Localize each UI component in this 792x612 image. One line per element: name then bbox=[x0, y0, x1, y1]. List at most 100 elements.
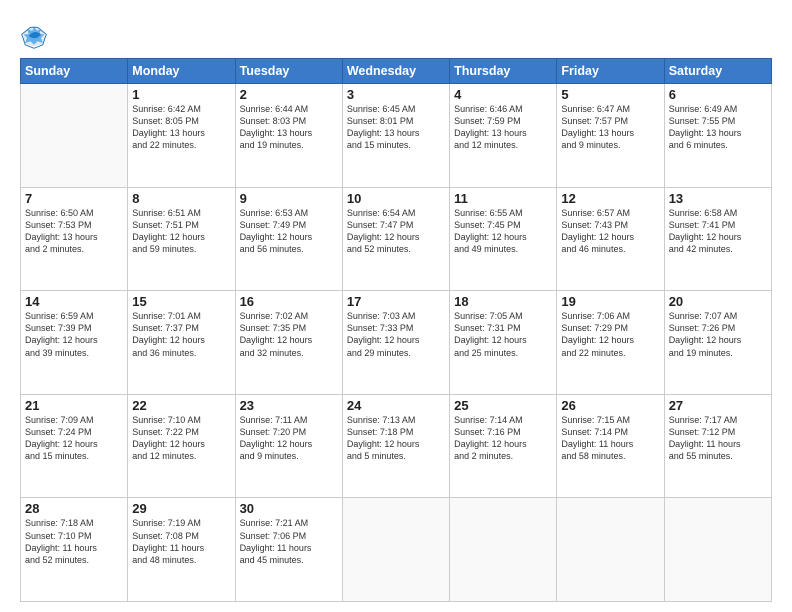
day-number: 11 bbox=[454, 191, 552, 206]
calendar: SundayMondayTuesdayWednesdayThursdayFrid… bbox=[20, 58, 772, 602]
day-info: Sunrise: 6:49 AMSunset: 7:55 PMDaylight:… bbox=[669, 103, 767, 152]
day-info: Sunrise: 7:13 AMSunset: 7:18 PMDaylight:… bbox=[347, 414, 445, 463]
day-number: 9 bbox=[240, 191, 338, 206]
day-number: 4 bbox=[454, 87, 552, 102]
day-number: 15 bbox=[132, 294, 230, 309]
calendar-cell: 4Sunrise: 6:46 AMSunset: 7:59 PMDaylight… bbox=[450, 84, 557, 188]
day-info: Sunrise: 6:44 AMSunset: 8:03 PMDaylight:… bbox=[240, 103, 338, 152]
weekday-header-thursday: Thursday bbox=[450, 59, 557, 84]
day-number: 14 bbox=[25, 294, 123, 309]
day-number: 3 bbox=[347, 87, 445, 102]
calendar-cell: 17Sunrise: 7:03 AMSunset: 7:33 PMDayligh… bbox=[342, 291, 449, 395]
day-info: Sunrise: 7:21 AMSunset: 7:06 PMDaylight:… bbox=[240, 517, 338, 566]
calendar-cell: 6Sunrise: 6:49 AMSunset: 7:55 PMDaylight… bbox=[664, 84, 771, 188]
calendar-cell bbox=[342, 498, 449, 602]
weekday-header-sunday: Sunday bbox=[21, 59, 128, 84]
day-info: Sunrise: 7:19 AMSunset: 7:08 PMDaylight:… bbox=[132, 517, 230, 566]
day-info: Sunrise: 6:53 AMSunset: 7:49 PMDaylight:… bbox=[240, 207, 338, 256]
calendar-cell: 26Sunrise: 7:15 AMSunset: 7:14 PMDayligh… bbox=[557, 394, 664, 498]
weekday-header-monday: Monday bbox=[128, 59, 235, 84]
calendar-cell: 11Sunrise: 6:55 AMSunset: 7:45 PMDayligh… bbox=[450, 187, 557, 291]
day-info: Sunrise: 7:01 AMSunset: 7:37 PMDaylight:… bbox=[132, 310, 230, 359]
calendar-cell bbox=[557, 498, 664, 602]
calendar-cell: 21Sunrise: 7:09 AMSunset: 7:24 PMDayligh… bbox=[21, 394, 128, 498]
day-info: Sunrise: 7:02 AMSunset: 7:35 PMDaylight:… bbox=[240, 310, 338, 359]
day-number: 8 bbox=[132, 191, 230, 206]
day-info: Sunrise: 6:55 AMSunset: 7:45 PMDaylight:… bbox=[454, 207, 552, 256]
calendar-cell: 25Sunrise: 7:14 AMSunset: 7:16 PMDayligh… bbox=[450, 394, 557, 498]
day-number: 6 bbox=[669, 87, 767, 102]
day-info: Sunrise: 6:46 AMSunset: 7:59 PMDaylight:… bbox=[454, 103, 552, 152]
calendar-cell: 15Sunrise: 7:01 AMSunset: 7:37 PMDayligh… bbox=[128, 291, 235, 395]
week-row-5: 28Sunrise: 7:18 AMSunset: 7:10 PMDayligh… bbox=[21, 498, 772, 602]
calendar-cell bbox=[450, 498, 557, 602]
day-number: 25 bbox=[454, 398, 552, 413]
logo bbox=[20, 22, 52, 50]
header bbox=[20, 18, 772, 50]
day-number: 22 bbox=[132, 398, 230, 413]
day-number: 30 bbox=[240, 501, 338, 516]
calendar-cell: 5Sunrise: 6:47 AMSunset: 7:57 PMDaylight… bbox=[557, 84, 664, 188]
day-number: 23 bbox=[240, 398, 338, 413]
day-info: Sunrise: 6:47 AMSunset: 7:57 PMDaylight:… bbox=[561, 103, 659, 152]
day-number: 29 bbox=[132, 501, 230, 516]
day-number: 1 bbox=[132, 87, 230, 102]
day-number: 21 bbox=[25, 398, 123, 413]
day-info: Sunrise: 7:03 AMSunset: 7:33 PMDaylight:… bbox=[347, 310, 445, 359]
day-info: Sunrise: 6:59 AMSunset: 7:39 PMDaylight:… bbox=[25, 310, 123, 359]
page: SundayMondayTuesdayWednesdayThursdayFrid… bbox=[0, 0, 792, 612]
calendar-cell: 9Sunrise: 6:53 AMSunset: 7:49 PMDaylight… bbox=[235, 187, 342, 291]
day-number: 17 bbox=[347, 294, 445, 309]
day-number: 26 bbox=[561, 398, 659, 413]
calendar-cell: 8Sunrise: 6:51 AMSunset: 7:51 PMDaylight… bbox=[128, 187, 235, 291]
weekday-header-friday: Friday bbox=[557, 59, 664, 84]
day-number: 12 bbox=[561, 191, 659, 206]
calendar-cell: 24Sunrise: 7:13 AMSunset: 7:18 PMDayligh… bbox=[342, 394, 449, 498]
calendar-cell: 19Sunrise: 7:06 AMSunset: 7:29 PMDayligh… bbox=[557, 291, 664, 395]
calendar-cell: 22Sunrise: 7:10 AMSunset: 7:22 PMDayligh… bbox=[128, 394, 235, 498]
day-number: 18 bbox=[454, 294, 552, 309]
calendar-cell: 27Sunrise: 7:17 AMSunset: 7:12 PMDayligh… bbox=[664, 394, 771, 498]
day-number: 28 bbox=[25, 501, 123, 516]
day-number: 24 bbox=[347, 398, 445, 413]
day-number: 19 bbox=[561, 294, 659, 309]
day-info: Sunrise: 6:58 AMSunset: 7:41 PMDaylight:… bbox=[669, 207, 767, 256]
day-info: Sunrise: 7:05 AMSunset: 7:31 PMDaylight:… bbox=[454, 310, 552, 359]
calendar-cell: 18Sunrise: 7:05 AMSunset: 7:31 PMDayligh… bbox=[450, 291, 557, 395]
day-number: 2 bbox=[240, 87, 338, 102]
calendar-cell: 1Sunrise: 6:42 AMSunset: 8:05 PMDaylight… bbox=[128, 84, 235, 188]
day-info: Sunrise: 6:51 AMSunset: 7:51 PMDaylight:… bbox=[132, 207, 230, 256]
calendar-cell: 28Sunrise: 7:18 AMSunset: 7:10 PMDayligh… bbox=[21, 498, 128, 602]
day-number: 20 bbox=[669, 294, 767, 309]
day-number: 16 bbox=[240, 294, 338, 309]
calendar-cell: 12Sunrise: 6:57 AMSunset: 7:43 PMDayligh… bbox=[557, 187, 664, 291]
day-number: 13 bbox=[669, 191, 767, 206]
day-number: 5 bbox=[561, 87, 659, 102]
logo-icon bbox=[20, 22, 48, 50]
day-info: Sunrise: 7:06 AMSunset: 7:29 PMDaylight:… bbox=[561, 310, 659, 359]
calendar-cell: 16Sunrise: 7:02 AMSunset: 7:35 PMDayligh… bbox=[235, 291, 342, 395]
day-info: Sunrise: 6:57 AMSunset: 7:43 PMDaylight:… bbox=[561, 207, 659, 256]
day-info: Sunrise: 7:15 AMSunset: 7:14 PMDaylight:… bbox=[561, 414, 659, 463]
day-info: Sunrise: 7:18 AMSunset: 7:10 PMDaylight:… bbox=[25, 517, 123, 566]
week-row-1: 1Sunrise: 6:42 AMSunset: 8:05 PMDaylight… bbox=[21, 84, 772, 188]
weekday-header-wednesday: Wednesday bbox=[342, 59, 449, 84]
day-info: Sunrise: 7:11 AMSunset: 7:20 PMDaylight:… bbox=[240, 414, 338, 463]
day-number: 27 bbox=[669, 398, 767, 413]
calendar-cell: 2Sunrise: 6:44 AMSunset: 8:03 PMDaylight… bbox=[235, 84, 342, 188]
day-info: Sunrise: 7:10 AMSunset: 7:22 PMDaylight:… bbox=[132, 414, 230, 463]
week-row-2: 7Sunrise: 6:50 AMSunset: 7:53 PMDaylight… bbox=[21, 187, 772, 291]
weekday-header-saturday: Saturday bbox=[664, 59, 771, 84]
calendar-cell: 13Sunrise: 6:58 AMSunset: 7:41 PMDayligh… bbox=[664, 187, 771, 291]
calendar-cell: 30Sunrise: 7:21 AMSunset: 7:06 PMDayligh… bbox=[235, 498, 342, 602]
calendar-cell: 7Sunrise: 6:50 AMSunset: 7:53 PMDaylight… bbox=[21, 187, 128, 291]
day-info: Sunrise: 7:14 AMSunset: 7:16 PMDaylight:… bbox=[454, 414, 552, 463]
day-info: Sunrise: 7:07 AMSunset: 7:26 PMDaylight:… bbox=[669, 310, 767, 359]
day-info: Sunrise: 6:50 AMSunset: 7:53 PMDaylight:… bbox=[25, 207, 123, 256]
calendar-cell: 23Sunrise: 7:11 AMSunset: 7:20 PMDayligh… bbox=[235, 394, 342, 498]
week-row-3: 14Sunrise: 6:59 AMSunset: 7:39 PMDayligh… bbox=[21, 291, 772, 395]
calendar-cell bbox=[664, 498, 771, 602]
calendar-cell: 14Sunrise: 6:59 AMSunset: 7:39 PMDayligh… bbox=[21, 291, 128, 395]
weekday-header-row: SundayMondayTuesdayWednesdayThursdayFrid… bbox=[21, 59, 772, 84]
day-info: Sunrise: 6:45 AMSunset: 8:01 PMDaylight:… bbox=[347, 103, 445, 152]
